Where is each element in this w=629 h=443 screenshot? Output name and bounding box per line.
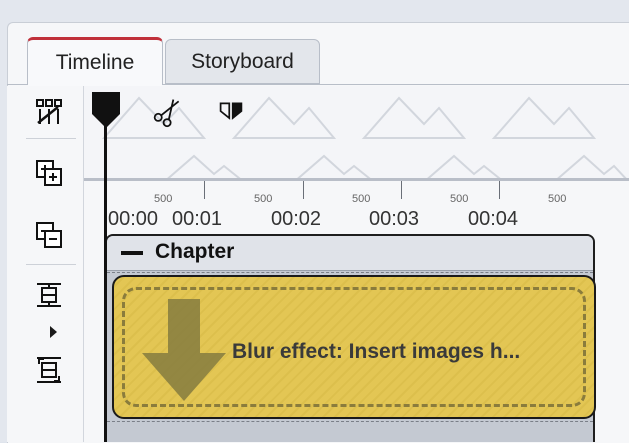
time-ruler[interactable]: 500 500 500 500 500 00:00 00:01 00:02 00:03 00:04 xyxy=(84,181,629,233)
ruler-tick xyxy=(499,181,500,199)
ruler-time-label: 00:02 xyxy=(271,208,322,230)
toolbar-separator xyxy=(26,264,76,265)
expand-glyph xyxy=(37,357,61,383)
add-track-glyph xyxy=(36,160,62,186)
ruler-tick xyxy=(204,181,205,199)
fit-glyph xyxy=(37,283,61,307)
split-tracks-icon[interactable] xyxy=(33,96,65,128)
left-toolbar xyxy=(7,86,84,442)
ruler-subtick-label: 500 xyxy=(154,193,173,205)
ruler-subtick-label: 500 xyxy=(254,193,273,205)
fit-icon[interactable] xyxy=(33,279,65,311)
remove-track-icon[interactable] xyxy=(33,219,65,251)
toolbar-separator xyxy=(26,138,76,139)
tab-storyboard-label: Storyboard xyxy=(191,49,294,73)
dropdown-arrow-icon[interactable] xyxy=(50,326,57,338)
split-tracks-glyph xyxy=(36,99,62,124)
ruler-subtick-label: 500 xyxy=(548,193,567,205)
insert-arrow-icon xyxy=(142,299,226,401)
ruler-time-label: 00:04 xyxy=(468,208,519,230)
tab-timeline-label: Timeline xyxy=(55,50,135,74)
collapse-chapter-icon[interactable] xyxy=(121,251,143,255)
chapter-header: Chapter xyxy=(107,236,593,271)
ruler-tick xyxy=(401,181,402,199)
playhead-handle[interactable] xyxy=(89,90,123,130)
expand-icon[interactable] xyxy=(33,354,65,386)
chapter-title: Chapter xyxy=(155,240,235,263)
scissors-icon[interactable] xyxy=(150,92,186,132)
playhead-line xyxy=(104,120,107,442)
ruler-time-label: 00:00 xyxy=(108,208,159,230)
blur-effect-clip[interactable]: Blur effect: Insert images h... xyxy=(112,275,596,419)
ruler-time-label: 00:01 xyxy=(172,208,223,230)
remove-track-glyph xyxy=(36,222,62,248)
track-guide-line xyxy=(107,272,593,273)
ruler-tick xyxy=(303,181,304,199)
ruler-time-label: 00:03 xyxy=(369,208,420,230)
ruler-subtick-label: 500 xyxy=(352,193,371,205)
tab-storyboard[interactable]: Storyboard xyxy=(165,39,320,84)
track-guide-line xyxy=(107,421,593,422)
tab-timeline[interactable]: Timeline xyxy=(27,37,163,85)
marker-split-glyph xyxy=(219,102,243,120)
add-track-icon[interactable] xyxy=(33,157,65,189)
ruler-subtick-label: 500 xyxy=(450,193,469,205)
marker-split-icon[interactable] xyxy=(216,92,246,132)
scissors-glyph xyxy=(153,99,180,128)
timeline-window: Timeline Storyboard 500 500 500 500 500 … xyxy=(0,0,629,443)
effect-label: Blur effect: Insert images h... xyxy=(232,340,521,363)
